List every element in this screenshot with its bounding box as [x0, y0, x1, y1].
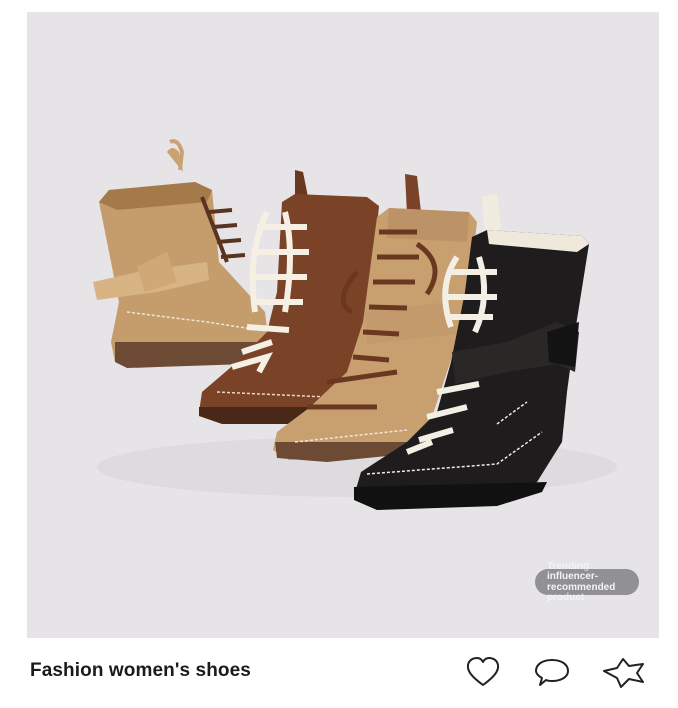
- badge-ghost-bottom: product: [547, 592, 585, 603]
- share-icon: [603, 658, 644, 688]
- heart-icon: [466, 657, 500, 686]
- product-photo[interactable]: Trending influencer- recommended product: [27, 12, 659, 638]
- badge-line-1: influencer-: [547, 571, 599, 582]
- post-footer: Fashion women's shoes: [0, 640, 678, 708]
- boots-illustration: [93, 139, 617, 510]
- comment-icon: [535, 659, 569, 686]
- tan-boot: [93, 139, 269, 368]
- comment-button[interactable]: [533, 654, 571, 690]
- share-button[interactable]: [601, 654, 647, 690]
- trending-badge: Trending influencer- recommended product: [535, 561, 639, 603]
- post-title: Fashion women's shoes: [30, 660, 251, 681]
- like-button[interactable]: [464, 654, 502, 690]
- badge-ghost-top: Trending: [547, 561, 590, 572]
